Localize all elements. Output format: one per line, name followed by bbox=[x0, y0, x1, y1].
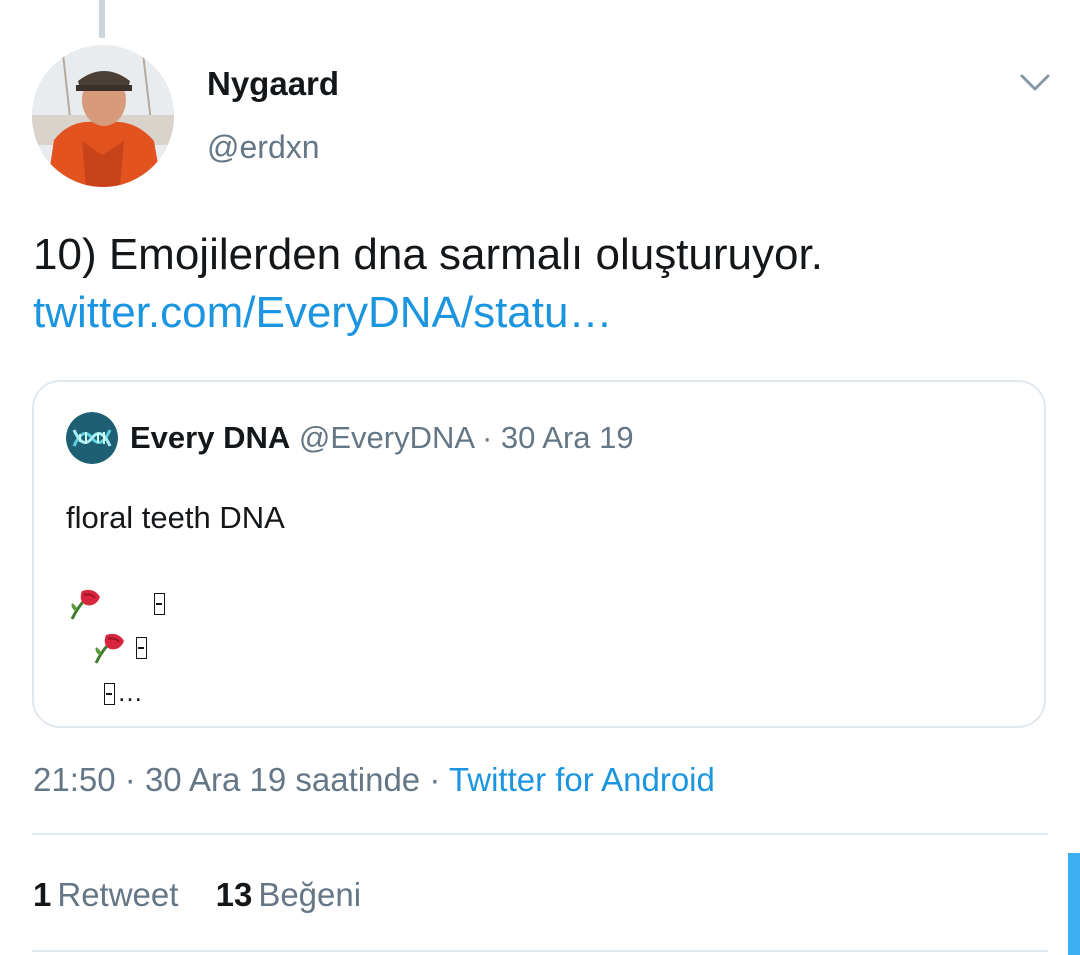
quoted-tweet-date: 30 Ara 19 bbox=[500, 420, 634, 455]
meta-separator: · bbox=[124, 761, 136, 798]
chevron-down-icon[interactable] bbox=[1016, 66, 1054, 100]
divider bbox=[32, 950, 1048, 952]
ellipsis: … bbox=[117, 677, 143, 707]
emoji-line-1 bbox=[66, 582, 165, 623]
retweets-stat[interactable]: 1 Retweet bbox=[33, 874, 178, 916]
tweet-stats: 1 Retweet 13 Beğeni bbox=[33, 874, 389, 916]
quoted-author-handle[interactable]: @EveryDNA bbox=[299, 420, 473, 455]
wilted-rose-icon bbox=[70, 589, 100, 620]
quoted-tweet-header: Every DNA @EveryDNA · 30 Ara 19 bbox=[130, 418, 634, 458]
tweet-time: 21:50 bbox=[33, 761, 116, 798]
quoted-tweet-text: floral teeth DNA bbox=[66, 500, 285, 535]
likes-stat[interactable]: 13 Beğeni bbox=[216, 874, 361, 916]
dna-helix-icon bbox=[66, 412, 118, 464]
author-avatar[interactable] bbox=[32, 45, 174, 187]
author-display-name[interactable]: Nygaard bbox=[207, 64, 339, 104]
missing-glyph-box bbox=[153, 592, 165, 615]
like-count: 13 bbox=[215, 876, 253, 913]
tweet-date: 30 Ara 19 saatinde bbox=[144, 761, 421, 798]
quoted-header-separator: · bbox=[481, 420, 493, 455]
tweet-metadata: 21:50 · 30 Ara 19 saatinde · Twitter for… bbox=[33, 759, 715, 801]
tweet-source-link[interactable]: Twitter for Android bbox=[449, 761, 715, 798]
meta-separator: · bbox=[429, 761, 441, 798]
retweet-label: Retweet bbox=[57, 876, 179, 913]
wilted-rose-icon bbox=[94, 633, 124, 664]
divider bbox=[32, 833, 1048, 835]
missing-glyph-box bbox=[135, 636, 147, 659]
emoji-line-3: … bbox=[104, 672, 143, 712]
quoted-author-name[interactable]: Every DNA bbox=[130, 420, 290, 455]
missing-glyph-box bbox=[104, 682, 115, 705]
tweet-text: 10) Emojilerden dna sarmalı oluşturuyor. bbox=[33, 230, 823, 279]
quoted-author-avatar[interactable] bbox=[66, 412, 118, 464]
like-label: Beğeni bbox=[258, 876, 362, 913]
tweet-link[interactable]: twitter.com/EveryDNA/statu… bbox=[33, 284, 612, 342]
retweet-count: 1 bbox=[33, 876, 52, 913]
thread-connector-line bbox=[99, 0, 105, 38]
avatar-photo bbox=[32, 45, 174, 187]
author-handle[interactable]: @erdxn bbox=[207, 127, 320, 167]
quoted-tweet-card[interactable]: Every DNA @EveryDNA · 30 Ara 19 floral t… bbox=[32, 380, 1046, 728]
scrollbar-thumb[interactable] bbox=[1068, 853, 1080, 955]
emoji-line-2 bbox=[90, 626, 147, 667]
